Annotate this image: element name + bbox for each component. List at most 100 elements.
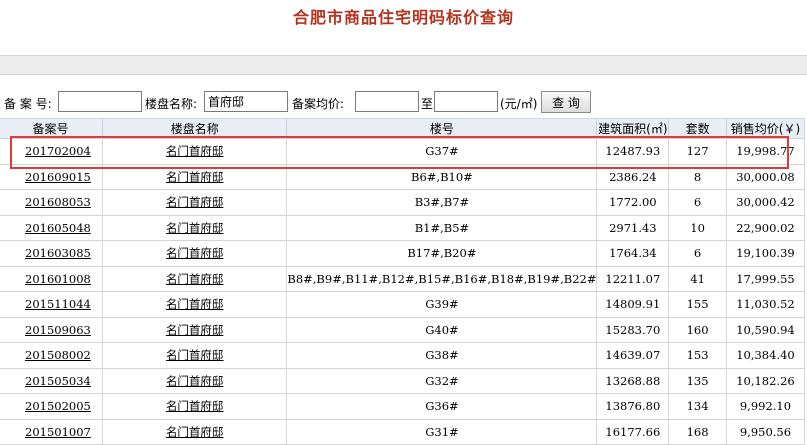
price-to-input[interactable] — [434, 91, 498, 112]
record-no-cell: 201603085 — [0, 240, 104, 267]
record-no-link[interactable]: 201508002 — [25, 348, 91, 362]
units-cell: 168 — [668, 418, 727, 445]
project-name-cell: 名门首府邸 — [102, 418, 288, 445]
table-header-row: 备案号 楼盘名称 楼号 建筑面积(㎡) 套数 销售均价(￥) — [0, 118, 806, 139]
table-row: 201511044 名门首府邸 G39# 14809.91 155 11,030.52 — [0, 291, 806, 318]
record-no-link[interactable]: 201601008 — [25, 272, 91, 286]
column-header-record-no[interactable]: 备案号 — [0, 118, 104, 139]
area-cell: 12211.07 — [596, 265, 670, 292]
toolbar-band — [0, 55, 807, 75]
record-no-cell: 201508002 — [0, 342, 104, 369]
area-cell: 15283.70 — [596, 316, 670, 343]
price-cell: 10,590.94 — [725, 316, 806, 343]
results-table: 备案号 楼盘名称 楼号 建筑面积(㎡) 套数 销售均价(￥) 201702004… — [0, 118, 806, 445]
price-from-input[interactable] — [355, 91, 419, 112]
price-cell: 22,900.02 — [725, 214, 806, 241]
project-name-label: 楼盘名称: — [145, 97, 198, 111]
record-no-label: 备 案 号: — [4, 97, 52, 111]
record-no-cell: 201609015 — [0, 163, 104, 190]
price-cell: 30,000.08 — [725, 163, 806, 190]
column-header-building[interactable]: 楼号 — [286, 118, 598, 139]
units-cell: 8 — [668, 163, 727, 190]
column-header-area[interactable]: 建筑面积(㎡) — [596, 118, 670, 139]
building-cell: G36# — [286, 393, 598, 420]
building-cell: G39# — [286, 291, 598, 318]
record-no-input[interactable] — [58, 91, 142, 112]
units-cell: 41 — [668, 265, 727, 292]
table-row: 201608053 名门首府邸 B3#,B7# 1772.00 6 30,000.42 — [0, 189, 806, 216]
record-no-link[interactable]: 201505034 — [25, 374, 91, 388]
record-no-cell: 201601008 — [0, 265, 104, 292]
area-cell: 16177.66 — [596, 418, 670, 445]
record-no-link[interactable]: 201502005 — [25, 399, 91, 413]
building-cell: B8#,B9#,B11#,B12#,B15#,B16#,B18#,B19#,B2… — [286, 265, 598, 292]
record-no-cell: 201605048 — [0, 214, 104, 241]
units-cell: 6 — [668, 240, 727, 267]
record-no-link[interactable]: 201603085 — [25, 246, 91, 260]
record-no-link[interactable]: 201605048 — [25, 221, 91, 235]
project-name-link[interactable]: 名门首府邸 — [166, 170, 224, 184]
price-cell: 10,384.40 — [725, 342, 806, 369]
project-name-cell: 名门首府邸 — [102, 316, 288, 343]
record-no-link[interactable]: 201511044 — [25, 297, 91, 311]
page-title: 合肥市商品住宅明码标价查询 — [292, 8, 514, 27]
record-no-cell: 201511044 — [0, 291, 104, 318]
area-cell: 1772.00 — [596, 189, 670, 216]
project-name-link[interactable]: 名门首府邸 — [166, 221, 224, 235]
column-header-price[interactable]: 销售均价(￥) — [725, 118, 806, 139]
record-no-link[interactable]: 201501007 — [25, 425, 91, 439]
project-name-input[interactable] — [204, 91, 288, 112]
project-name-link[interactable]: 名门首府邸 — [166, 246, 224, 260]
project-name-cell: 名门首府邸 — [102, 342, 288, 369]
area-cell: 1764.34 — [596, 240, 670, 267]
search-form: 备 案 号: 楼盘名称: 备案均价: 至 (元/㎡) 查 询 — [0, 90, 807, 116]
project-name-link[interactable]: 名门首府邸 — [166, 348, 224, 362]
record-no-link[interactable]: 201509063 — [25, 323, 91, 337]
building-cell: G38# — [286, 342, 598, 369]
area-cell: 13268.88 — [596, 367, 670, 394]
table-row: 201508002 名门首府邸 G38# 14639.07 153 10,384.40 — [0, 342, 806, 369]
table-row: 201502005 名门首府邸 G36# 13876.80 134 9,992.10 — [0, 393, 806, 420]
project-name-link[interactable]: 名门首府邸 — [166, 374, 224, 388]
project-name-cell: 名门首府邸 — [102, 265, 288, 292]
units-cell: 127 — [668, 138, 727, 165]
record-no-link[interactable]: 201702004 — [25, 144, 91, 158]
table-row: 201603085 名门首府邸 B17#,B20# 1764.34 6 19,100.39 — [0, 240, 806, 267]
table-row: 201601008 名门首府邸 B8#,B9#,B11#,B12#,B15#,B16… — [0, 265, 806, 292]
table-row: 201605048 名门首府邸 B1#,B5# 2971.43 10 22,900.02 — [0, 214, 806, 241]
area-cell: 12487.93 — [596, 138, 670, 165]
area-cell: 2971.43 — [596, 214, 670, 241]
to-label: 至 — [421, 97, 434, 111]
project-name-link[interactable]: 名门首府邸 — [166, 297, 224, 311]
project-name-link[interactable]: 名门首府邸 — [166, 425, 224, 439]
record-no-cell: 201505034 — [0, 367, 104, 394]
price-cell: 10,182.26 — [725, 367, 806, 394]
project-name-link[interactable]: 名门首府邸 — [166, 195, 224, 209]
building-cell: B6#,B10# — [286, 163, 598, 190]
building-cell: B17#,B20# — [286, 240, 598, 267]
building-cell: G37# — [286, 138, 598, 165]
price-cell: 19,998.77 — [725, 138, 806, 165]
table-row: 201509063 名门首府邸 G40# 15283.70 160 10,590.94 — [0, 316, 806, 343]
project-name-cell: 名门首府邸 — [102, 393, 288, 420]
building-cell: B3#,B7# — [286, 189, 598, 216]
price-cell: 19,100.39 — [725, 240, 806, 267]
project-name-link[interactable]: 名门首府邸 — [166, 399, 224, 413]
project-name-cell: 名门首府邸 — [102, 291, 288, 318]
units-cell: 153 — [668, 342, 727, 369]
query-button[interactable]: 查 询 — [541, 91, 591, 113]
project-name-link[interactable]: 名门首府邸 — [166, 272, 224, 286]
price-cell: 11,030.52 — [725, 291, 806, 318]
column-header-units[interactable]: 套数 — [668, 118, 727, 139]
record-no-cell: 201608053 — [0, 189, 104, 216]
units-cell: 134 — [668, 393, 727, 420]
record-no-link[interactable]: 201609015 — [25, 170, 91, 184]
area-cell: 13876.80 — [596, 393, 670, 420]
price-cell: 30,000.42 — [725, 189, 806, 216]
record-no-link[interactable]: 201608053 — [25, 195, 91, 209]
building-cell: G32# — [286, 367, 598, 394]
project-name-link[interactable]: 名门首府邸 — [166, 323, 224, 337]
column-header-project[interactable]: 楼盘名称 — [102, 118, 288, 139]
record-no-cell: 201509063 — [0, 316, 104, 343]
project-name-link[interactable]: 名门首府邸 — [166, 144, 224, 158]
